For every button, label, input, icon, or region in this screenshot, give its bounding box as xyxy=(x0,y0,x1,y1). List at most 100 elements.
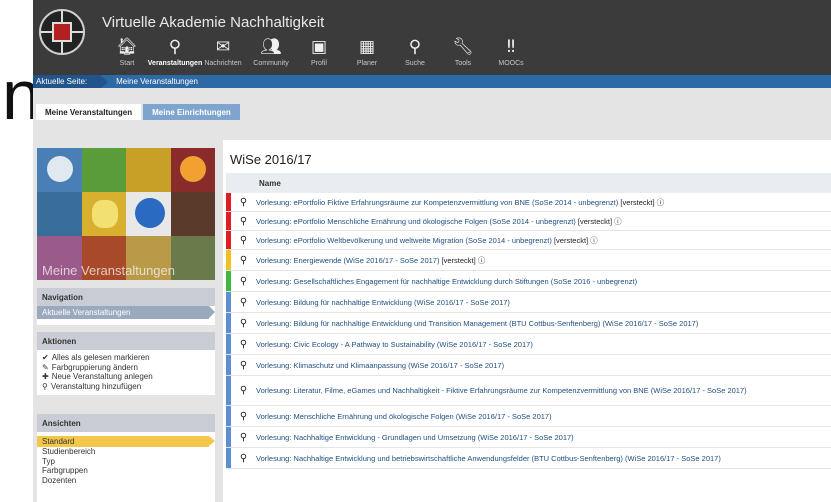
course-link[interactable]: Vorlesung: Nachhaltige Entwicklung - Gru… xyxy=(256,432,831,443)
nav-label: Nachrichten xyxy=(204,60,242,67)
view-item-farbgruppen[interactable]: Farbgruppen xyxy=(37,466,215,476)
semester-heading: WiSe 2016/17 xyxy=(230,152,312,167)
breadcrumb-label: Aktuelle Seite: xyxy=(33,75,102,88)
course-link[interactable]: Vorlesung: Nachhaltige Entwicklung und b… xyxy=(256,453,831,464)
banner-caption: Meine Veranstaltungen xyxy=(42,263,175,278)
course-title[interactable]: Vorlesung: Civic Ecology - A Pathway to … xyxy=(256,340,533,349)
course-title[interactable]: Vorlesung: Gesellschaftliches Engagement… xyxy=(256,277,637,286)
nav-item-aktuelle-veranstaltungen[interactable]: Aktuelle Veranstaltungen xyxy=(37,306,215,319)
view-item-studienbereich[interactable]: Studienbereich xyxy=(37,447,215,457)
course-row[interactable]: ⚲ Vorlesung: Bildung für nachhaltige Entw… xyxy=(226,292,831,313)
action-item[interactable]: ✎ Farbgruppierung ändern xyxy=(37,363,215,373)
add-course-icon: ⚲ xyxy=(42,381,48,391)
new-course-icon: ✚ xyxy=(42,372,49,381)
tab-meine-veranstaltungen[interactable]: Meine Veranstaltungen xyxy=(36,104,142,120)
course-title[interactable]: Vorlesung: ePortfolio Weltbevölkerung un… xyxy=(256,236,552,245)
home-icon: 🏠︎ xyxy=(116,37,138,57)
nav-start[interactable]: 🏠︎ Start xyxy=(102,37,152,68)
course-icon: ⚲ xyxy=(239,234,248,246)
course-link[interactable]: Vorlesung: Energiewende (WiSe 2016/17 - … xyxy=(256,255,831,266)
course-row[interactable]: ⚲ Vorlesung: Civic Ecology - A Pathway to… xyxy=(226,334,831,355)
nav-suche[interactable]: ⚲ Suche xyxy=(390,38,440,68)
course-row[interactable]: ⚲ Vorlesung: Klimaschutz und Klimaanpassu… xyxy=(226,355,831,376)
nav-planer[interactable]: ▦ Planer xyxy=(342,37,392,68)
edge-text-fragment: n xyxy=(2,56,33,134)
course-title[interactable]: Vorlesung: Klimaschutz und Klimaanpassun… xyxy=(256,361,504,370)
nav-community[interactable]: 👥︎ Community xyxy=(246,38,296,68)
hidden-flag: [versteckt] ⓘ xyxy=(441,255,486,265)
course-title[interactable]: Vorlesung: Nachhaltige Entwicklung - Gru… xyxy=(256,433,574,442)
course-row[interactable]: ⚲ Vorlesung: Energiewende (WiSe 2016/17 -… xyxy=(226,250,831,271)
nav-moocs[interactable]: ‼ MOOCs xyxy=(486,37,536,68)
breadcrumb-arrow-icon xyxy=(101,75,109,88)
course-icon: ⚲ xyxy=(239,275,248,287)
check-icon: ✔ xyxy=(42,353,49,362)
course-title[interactable]: Vorlesung: Energiewende (WiSe 2016/17 - … xyxy=(256,256,439,265)
course-title[interactable]: Vorlesung: ePortfolio Fiktive Erfahrungs… xyxy=(256,198,618,207)
course-row[interactable]: ⚲ Vorlesung: ePortfolio Menschliche Ernäh… xyxy=(226,212,831,231)
course-title[interactable]: Vorlesung: Nachhaltige Entwicklung und b… xyxy=(256,454,721,463)
course-icon: ⚲ xyxy=(239,296,248,308)
course-title[interactable]: Vorlesung: Bildung für nachhaltige Entwi… xyxy=(256,298,510,307)
course-link[interactable]: Vorlesung: Gesellschaftliches Engagement… xyxy=(256,276,831,287)
view-item-typ[interactable]: Typ xyxy=(37,457,215,467)
action-item[interactable]: ✔ Alles als gelesen markieren xyxy=(37,353,215,363)
tab-bar: Meine Veranstaltungen Meine Einrichtunge… xyxy=(36,104,240,120)
nav-label: Profil xyxy=(311,60,327,67)
course-icon: ⚲ xyxy=(239,452,248,464)
app-title: Virtuelle Akademie Nachhaltigkeit xyxy=(102,14,325,31)
course-row[interactable]: ⚲ Vorlesung: ePortfolio Fiktive Erfahrung… xyxy=(226,193,831,212)
name-column-header[interactable]: Name xyxy=(226,173,831,193)
course-link[interactable]: Vorlesung: Literatur, Filme, eGames und … xyxy=(256,385,831,396)
course-title[interactable]: Vorlesung: Bildung für nachhaltige Entwi… xyxy=(256,319,698,328)
course-icon: ⚲ xyxy=(239,359,248,371)
course-row[interactable]: ⚲ Vorlesung: ePortfolio Weltbevölkerung u… xyxy=(226,231,831,250)
action-item[interactable]: ⚲ Veranstaltung hinzufügen xyxy=(37,382,215,392)
nav-veranstaltungen[interactable]: ⚲ Veranstaltungen xyxy=(147,37,203,68)
action-label: Neue Veranstaltung anlegen xyxy=(51,372,153,381)
course-row[interactable]: ⚲ Vorlesung: Nachhaltige Entwicklung - Gr… xyxy=(226,427,831,448)
nav-profil[interactable]: ▣ Profil xyxy=(294,38,344,68)
course-link[interactable]: Vorlesung: Bildung für nachhaltige Entwi… xyxy=(256,297,831,308)
logo[interactable] xyxy=(39,9,85,55)
navigation-heading: Navigation xyxy=(37,288,215,306)
course-link[interactable]: Vorlesung: Civic Ecology - A Pathway to … xyxy=(256,339,831,350)
breadcrumb-current[interactable]: Meine Veranstaltungen xyxy=(108,77,198,86)
nav-label: MOOCs xyxy=(498,60,524,67)
course-icon: ⚲ xyxy=(239,215,248,227)
view-item-standard[interactable]: Standard xyxy=(37,436,215,447)
course-title[interactable]: Vorlesung: ePortfolio Menschliche Ernähr… xyxy=(256,217,576,226)
course-link[interactable]: Vorlesung: Menschliche Ernährung und öko… xyxy=(256,411,831,422)
course-link[interactable]: Vorlesung: Klimaschutz und Klimaanpassun… xyxy=(256,360,831,371)
color-group-icon: ✎ xyxy=(42,362,49,372)
nav-nachrichten[interactable]: ✉ Nachrichten xyxy=(198,37,248,68)
views-box: Ansichten Standard Studienbereich Typ Farbg… xyxy=(37,414,215,502)
view-item-dozenten[interactable]: Dozenten xyxy=(37,476,215,486)
moocs-icon: ‼ xyxy=(506,37,516,57)
course-row[interactable]: ⚲ Vorlesung: Gesellschaftliches Engagemen… xyxy=(226,271,831,292)
action-label: Farbgruppierung ändern xyxy=(51,362,138,372)
course-title[interactable]: Vorlesung: Menschliche Ernährung und öko… xyxy=(256,412,552,421)
course-link[interactable]: Vorlesung: ePortfolio Menschliche Ernähr… xyxy=(256,216,831,227)
calendar-icon: ▦ xyxy=(358,37,376,57)
course-icon: ⚲ xyxy=(168,37,182,57)
course-row[interactable]: ⚲ Vorlesung: Menschliche Ernährung und ök… xyxy=(226,406,831,427)
left-edge-strip: n xyxy=(0,0,33,502)
course-icon: ⚲ xyxy=(239,317,248,329)
breadcrumb: Aktuelle Seite: Meine Veranstaltungen xyxy=(33,75,831,88)
course-title[interactable]: Vorlesung: Literatur, Filme, eGames und … xyxy=(256,386,747,395)
course-row[interactable]: ⚲ Vorlesung: Nachhaltige Entwicklung und … xyxy=(226,448,831,469)
mail-icon: ✉ xyxy=(215,37,231,57)
course-link[interactable]: Vorlesung: Bildung für nachhaltige Entwi… xyxy=(256,318,831,329)
course-row[interactable]: ⚲ Vorlesung: Bildung für nachhaltige Entw… xyxy=(226,313,831,334)
course-row[interactable]: ⚲ Vorlesung: Literatur, Filme, eGames und… xyxy=(226,376,831,406)
navigation-box: Navigation Aktuelle Veranstaltungen xyxy=(37,288,215,325)
course-link[interactable]: Vorlesung: ePortfolio Fiktive Erfahrungs… xyxy=(256,197,831,208)
nav-label: Planer xyxy=(356,60,378,67)
hidden-flag: [versteckt] ⓘ xyxy=(553,235,598,245)
action-item[interactable]: ✚ Neue Veranstaltung anlegen xyxy=(37,372,215,382)
tab-meine-einrichtungen[interactable]: Meine Einrichtungen xyxy=(143,104,240,120)
nav-tools[interactable]: 🔧︎ Tools xyxy=(438,38,488,68)
course-link[interactable]: Vorlesung: ePortfolio Weltbevölkerung un… xyxy=(256,235,831,246)
nav-label: Veranstaltungen xyxy=(147,60,203,67)
